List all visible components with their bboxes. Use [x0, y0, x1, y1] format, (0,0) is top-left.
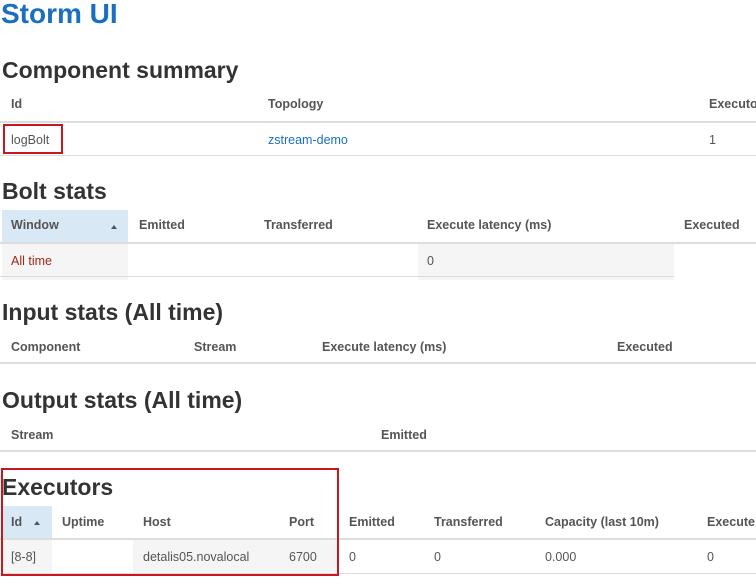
sort-ascending-icon[interactable] — [111, 225, 117, 229]
col-header-stream[interactable]: Stream — [11, 428, 53, 442]
col-header-transferred[interactable]: Transferred — [264, 218, 333, 232]
col-header-executed[interactable]: Executed — [617, 340, 673, 354]
col-header-emitted[interactable]: Emitted — [381, 428, 427, 442]
executor-executed: 0 — [707, 550, 714, 564]
col-header-capacity[interactable]: Capacity (last 10m) — [545, 515, 659, 529]
executor-transferred: 0 — [434, 550, 441, 564]
col-header-emitted[interactable]: Emitted — [139, 218, 185, 232]
header-divider — [0, 450, 756, 452]
output-stats-title: Output stats (All time) — [2, 387, 243, 413]
col-header-stream[interactable]: Stream — [194, 340, 236, 354]
col-header-component[interactable]: Component — [11, 340, 80, 354]
col-header-execute-latency[interactable]: Execute latency (ms) — [322, 340, 446, 354]
row-divider — [0, 155, 756, 156]
col-header-id[interactable]: Id — [11, 97, 22, 111]
header-divider — [0, 362, 756, 364]
col-header-execute-latency[interactable]: Execute latency (ms) — [427, 218, 551, 232]
executors-count: 1 — [709, 133, 716, 147]
col-header-executed[interactable]: Executed — [684, 218, 740, 232]
col-header-executed[interactable]: Execute — [707, 515, 755, 529]
app-title: Storm UI — [1, 0, 118, 29]
executor-emitted: 0 — [349, 550, 356, 564]
input-stats-title: Input stats (All time) — [2, 299, 224, 325]
execute-latency-value: 0 — [427, 254, 434, 268]
col-header-topology[interactable]: Topology — [268, 97, 323, 111]
col-header-transferred[interactable]: Transferred — [434, 515, 503, 529]
row-stripe — [418, 244, 674, 280]
header-divider — [0, 121, 756, 123]
component-summary-title: Component summary — [2, 57, 239, 83]
topology-link[interactable]: zstream-demo — [268, 133, 348, 147]
bolt-stats-title: Bolt stats — [2, 178, 107, 204]
col-header-window[interactable]: Window — [11, 218, 59, 232]
executor-capacity: 0.000 — [545, 550, 577, 564]
highlight-box-executors — [1, 468, 339, 576]
row-divider — [0, 276, 674, 277]
col-header-emitted[interactable]: Emitted — [349, 515, 395, 529]
col-header-executors[interactable]: Executo — [709, 97, 756, 111]
window-value[interactable]: All time — [11, 254, 52, 268]
highlight-box-id — [3, 124, 63, 154]
